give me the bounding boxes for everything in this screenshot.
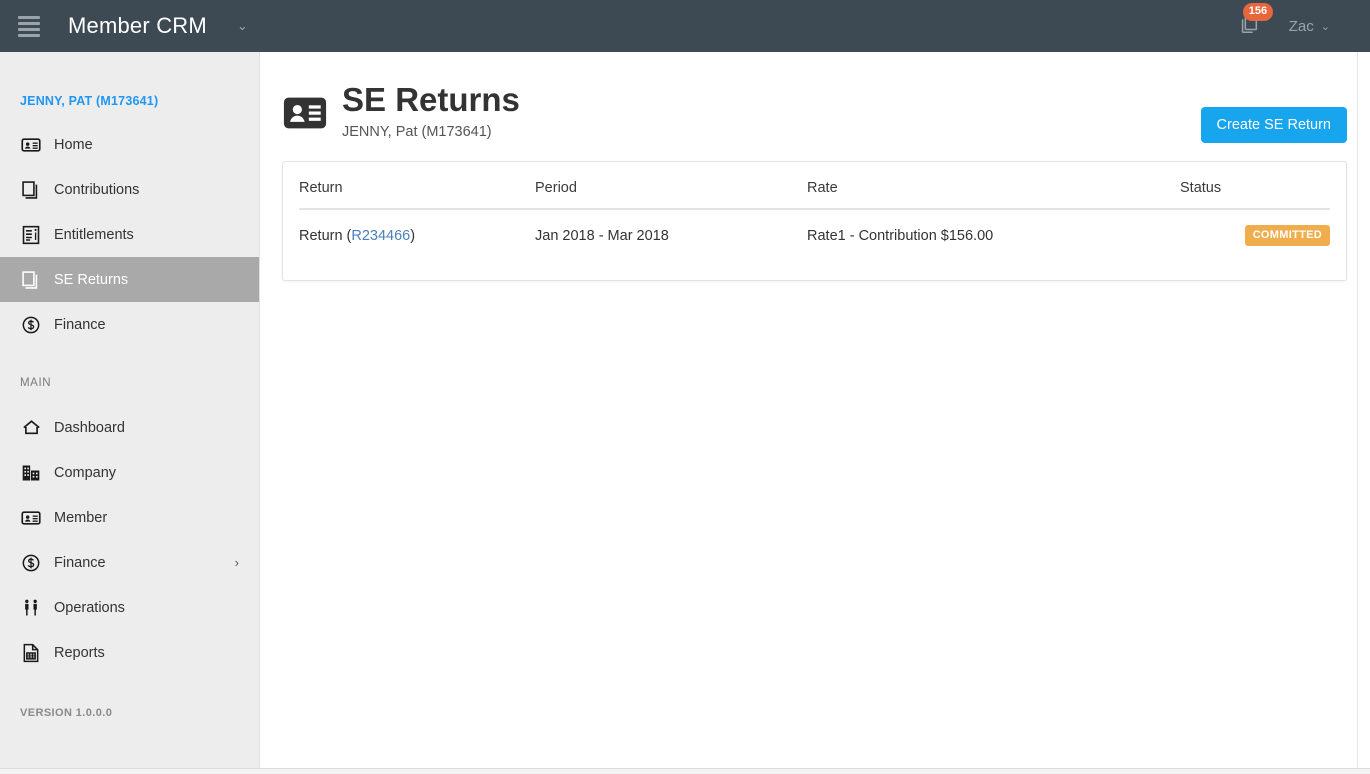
return-suffix-text: ) xyxy=(410,227,416,244)
document-list-icon xyxy=(20,224,42,246)
main-content: SE Returns JENNY, Pat (M173641) Create S… xyxy=(261,52,1357,768)
id-card-icon xyxy=(20,134,42,156)
user-menu[interactable]: Zac ⌄ xyxy=(1289,18,1330,35)
user-chevron-down-icon: ⌄ xyxy=(1320,20,1330,33)
topbar-right-group: 156 Zac ⌄ xyxy=(1231,0,1370,52)
hamburger-line xyxy=(18,27,40,31)
sidebar-version-label: VERSION 1.0.0.0 xyxy=(20,707,113,719)
create-se-return-button[interactable]: Create SE Return xyxy=(1200,107,1347,143)
notifications-button[interactable]: 156 xyxy=(1231,3,1274,44)
sidebar-item-company[interactable]: Company xyxy=(0,450,259,495)
table-body: Return (R234466) Jan 2018 - Mar 2018 Rat… xyxy=(299,209,1330,258)
sidebar-item-dashboard[interactable]: Dashboard xyxy=(0,405,259,450)
right-edge-strip xyxy=(1357,52,1370,768)
sidebar-item-finance[interactable]: Finance › xyxy=(0,540,259,585)
sidebar-item-label: Contributions xyxy=(54,181,140,198)
user-name-label: Zac xyxy=(1288,17,1314,35)
application-root: Member CRM ⌄ 156 Zac ⌄ JENNY, PAT (M1736… xyxy=(0,0,1370,774)
hamburger-line xyxy=(18,21,40,25)
table-head: Return Period Rate Status xyxy=(299,180,1330,210)
cell-rate: Rate1 - Contribution $156.00 xyxy=(807,227,994,244)
return-prefix-text: Return ( xyxy=(299,227,352,244)
return-id-link[interactable]: R234466 xyxy=(351,228,410,244)
report-grid-icon xyxy=(20,642,42,664)
copy-documents-icon xyxy=(20,179,42,201)
dollar-circle-icon xyxy=(20,314,42,336)
chevron-right-icon[interactable]: › xyxy=(235,555,239,570)
page-subtitle: JENNY, Pat (M173641) xyxy=(342,123,492,140)
sidebar-item-label: Finance xyxy=(54,554,106,571)
id-card-icon xyxy=(282,90,328,136)
sidebar-item-entitlements[interactable]: Entitlements xyxy=(0,212,259,257)
sidebar-item-member[interactable]: Member xyxy=(0,495,259,540)
cell-return: Return (R234466) xyxy=(299,209,535,258)
sidebar-item-label: Operations xyxy=(54,599,125,616)
hamburger-line xyxy=(18,33,40,37)
copy-documents-icon xyxy=(20,269,42,291)
sidebar-item-reports[interactable]: Reports xyxy=(0,630,259,675)
hamburger-menu-icon[interactable] xyxy=(18,15,40,37)
sidebar-item-label: Entitlements xyxy=(54,226,134,243)
sidebar-item-label: Reports xyxy=(54,644,105,661)
people-icon xyxy=(20,597,42,619)
cell-status: COMMITTED xyxy=(1180,209,1330,258)
building-icon xyxy=(20,462,42,484)
status-badge: COMMITTED xyxy=(1244,225,1330,246)
bottom-edge-strip xyxy=(0,768,1370,774)
sidebar-item-label: SE Returns xyxy=(54,271,129,288)
sidebar-item-label: Member xyxy=(54,509,108,526)
sidebar-group-title-main: MAIN xyxy=(20,377,52,389)
sidebar-item-label: Home xyxy=(54,136,93,153)
hamburger-line xyxy=(18,15,40,19)
column-header-rate[interactable]: Rate xyxy=(807,180,1180,210)
page-title: SE Returns xyxy=(342,81,520,118)
column-header-period[interactable]: Period xyxy=(535,180,807,210)
sidebar-item-se-returns[interactable]: SE Returns xyxy=(0,257,259,302)
sidebar-item-label: Dashboard xyxy=(54,419,125,436)
column-header-return[interactable]: Return xyxy=(299,180,535,210)
sidebar-item-home[interactable]: Home xyxy=(0,122,259,167)
brand-chevron-down-icon[interactable]: ⌄ xyxy=(237,18,248,34)
id-card-icon xyxy=(20,507,42,529)
sidebar-item-label: Company xyxy=(54,464,117,481)
dollar-circle-icon xyxy=(20,552,42,574)
column-header-status[interactable]: Status xyxy=(1180,180,1330,210)
se-returns-table: Return Period Rate Status Return (R23446… xyxy=(299,180,1330,258)
table-row[interactable]: Return (R234466) Jan 2018 - Mar 2018 Rat… xyxy=(299,209,1330,258)
sidebar-item-finance-context[interactable]: Finance xyxy=(0,302,259,347)
cell-period: Jan 2018 - Mar 2018 xyxy=(535,227,669,244)
page-header: SE Returns JENNY, Pat (M173641) Create S… xyxy=(261,52,1357,143)
se-returns-card: Return Period Rate Status Return (R23446… xyxy=(282,161,1347,281)
table-header-row: Return Period Rate Status xyxy=(299,180,1330,210)
top-navigation-bar: Member CRM ⌄ 156 Zac ⌄ xyxy=(0,0,1370,52)
notification-count-badge: 156 xyxy=(1242,3,1274,21)
sidebar-context-member-link[interactable]: JENNY, PAT (M173641) xyxy=(0,52,259,108)
home-icon xyxy=(20,417,42,439)
sidebar-item-label: Finance xyxy=(54,316,106,333)
sidebar-item-contributions[interactable]: Contributions xyxy=(0,167,259,212)
brand-title: Member CRM xyxy=(68,13,207,38)
sidebar: JENNY, PAT (M173641) Home Contributions … xyxy=(0,52,260,768)
page-title-group: SE Returns JENNY, Pat (M173641) xyxy=(342,81,520,140)
sidebar-item-operations[interactable]: Operations xyxy=(0,585,259,630)
